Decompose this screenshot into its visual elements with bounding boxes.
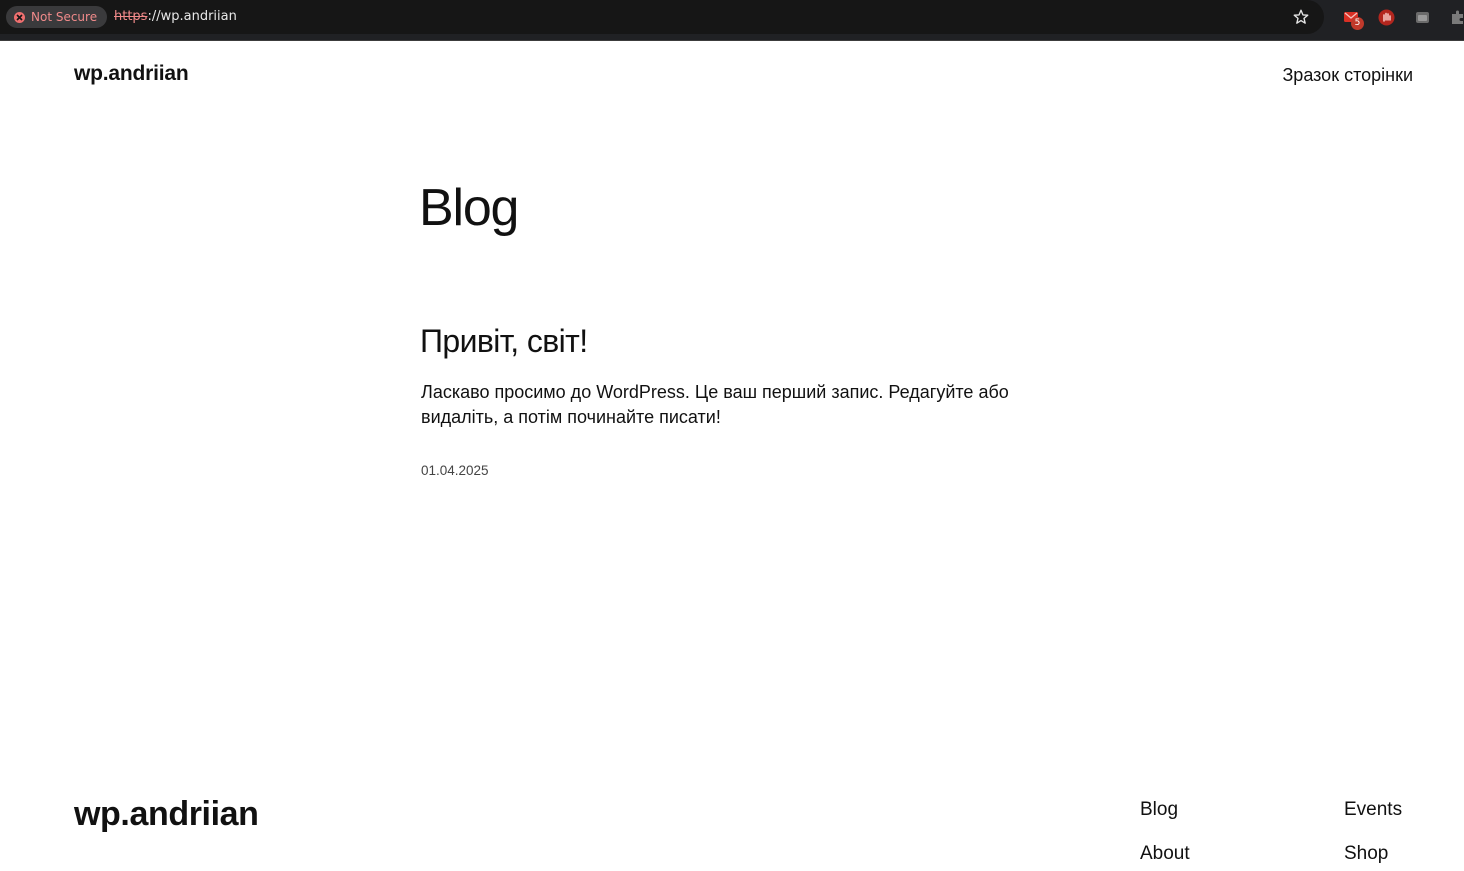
post-title-link[interactable]: Привіт, світ!	[420, 323, 588, 360]
post-date: 01.04.2025	[421, 463, 489, 478]
page-title: Blog	[419, 179, 519, 237]
warning-icon	[14, 11, 25, 23]
header-nav-sample-page[interactable]: Зразок сторінки	[1282, 65, 1413, 86]
footer-link-events[interactable]: Events	[1344, 799, 1402, 821]
url-text[interactable]: https://wp.andriian	[114, 9, 237, 24]
url-scheme: https	[114, 9, 148, 24]
bookmark-star-icon[interactable]	[1292, 8, 1310, 26]
post-excerpt: Ласкаво просимо до WordPress. Це ваш пер…	[421, 382, 1009, 427]
browser-toolbar: Not Secure https://wp.andriian 5	[0, 0, 1464, 41]
footer-link-shop[interactable]: Shop	[1344, 843, 1388, 865]
address-bar[interactable]: Not Secure https://wp.andriian	[0, 0, 1324, 34]
extension-badge: 5	[1351, 17, 1364, 30]
security-indicator[interactable]: Not Secure	[6, 6, 108, 28]
security-label: Not Secure	[31, 10, 98, 24]
url-host: ://wp.andriian	[147, 9, 237, 24]
extension-puzzle-icon[interactable]	[1450, 9, 1464, 26]
extension-hand-icon[interactable]	[1378, 9, 1395, 26]
site-title[interactable]: wp.andriian	[74, 62, 189, 86]
footer-link-blog[interactable]: Blog	[1140, 799, 1178, 821]
footer-link-about[interactable]: About	[1140, 843, 1190, 865]
footer-site-title[interactable]: wp.andriian	[74, 795, 259, 834]
extension-window-icon[interactable]	[1414, 9, 1431, 26]
